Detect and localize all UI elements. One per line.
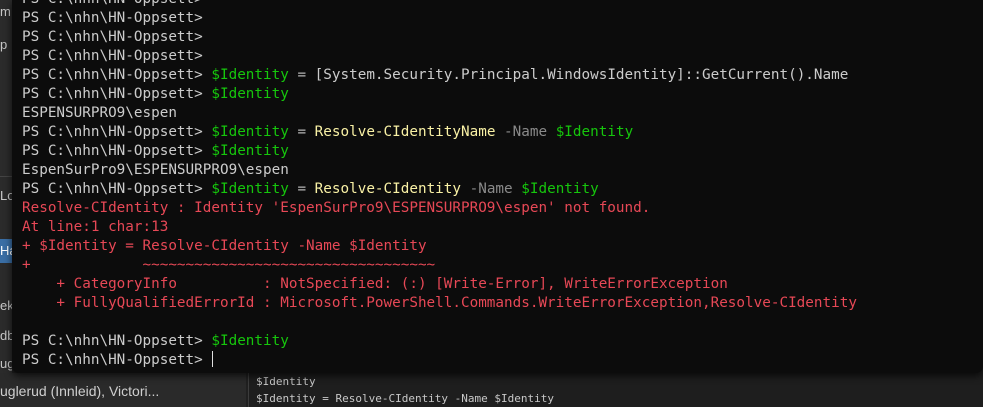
background-contact-item[interactable]: uglerud (Innleid), Victori... [0,373,246,407]
command-token-cmd: Resolve-CIdentityName [314,124,496,140]
terminal-prompt-line: PS C:\nhn\HN-Oppsett> $Identity [22,85,983,104]
command-token-param: -Name [495,124,556,140]
command-token-var: $Identity [521,181,599,197]
command-token-var: $Identity [555,124,634,140]
contact-name: uglerud (Innleid), Victori... [0,383,160,399]
prompt-text: PS C:\nhn\HN-Oppsett> [22,86,212,102]
text-cursor [212,351,214,367]
terminal-error-line: + $Identity = Resolve-CIdentity -Name $I… [22,238,427,254]
terminal-prompt-line: PS C:\nhn\HN-Oppsett> [22,351,983,370]
terminal-error-line: At line:1 char:13 [22,219,169,235]
command-token-op: = [288,67,315,83]
terminal-output-line: ESPENSURPRO9\espen [22,105,177,121]
terminal-prompt-line: PS C:\nhn\HN-Oppsett> $Identity = Resolv… [22,123,983,142]
command-token-cmd: Resolve-CIdentity [314,181,461,197]
prompt-text: PS C:\nhn\HN-Oppsett> [22,0,211,7]
terminal-prompt-line: PS C:\nhn\HN-Oppsett> [22,9,983,28]
terminal-error-line: + CategoryInfo : NotSpecified: (:) [Writ… [22,276,728,292]
terminal-output: PS C:\nhn\HN-Oppsett> PS C:\nhn\HN-Oppse… [22,0,983,370]
history-line: $Identity = Resolve-CIdentity -Name $Ide… [256,392,555,405]
terminal-error-line: + FullyQualifiedErrorId : Microsoft.Powe… [22,295,857,311]
command-token-var: $Identity [211,86,289,102]
terminal-prompt-line: PS C:\nhn\HN-Oppsett> $Identity [22,142,983,161]
command-token-op: = [288,124,315,140]
bg-fragment: db [0,328,12,343]
command-token-op: = [288,181,315,197]
bg-fragment: ek [0,298,12,313]
command-token-var: $Identity [211,124,289,140]
prompt-text: PS C:\nhn\HN-Oppsett> [22,143,212,159]
prompt-text: PS C:\nhn\HN-Oppsett> [22,48,212,64]
bg-selected-item[interactable]: Ha [0,239,12,263]
terminal-prompt-line: PS C:\nhn\HN-Oppsett> $Identity = [Syste… [22,66,983,85]
prompt-text: PS C:\nhn\HN-Oppsett> [22,124,212,140]
background-app-left-panel: m p Lo Ha ek db ug [0,0,12,407]
terminal-output-line: EspenSurPro9\ESPENSURPRO9\espen [22,162,289,178]
bg-fragment: m [0,4,11,19]
command-token-param: -Name [461,181,522,197]
background-history-pane: $Identity $Identity = Resolve-CIdentity … [248,373,983,407]
terminal-prompt-line: PS C:\nhn\HN-Oppsett> $Identity [22,332,983,351]
bg-fragment: Lo [0,188,12,203]
bg-fragment: ug [0,356,12,371]
command-token-var: $Identity [211,181,289,197]
terminal-prompt-line: PS C:\nhn\HN-Oppsett> [22,47,983,66]
prompt-text: PS C:\nhn\HN-Oppsett> [22,352,212,368]
command-token-var: $Identity [211,333,289,349]
history-line: $Identity [256,375,316,388]
bg-divider [0,176,12,177]
bg-fragment: p [0,37,8,52]
terminal-prompt-line: PS C:\nhn\HN-Oppsett> [22,0,983,9]
terminal-error-line: + ~~~~~~~~~~~~~~~~~~~~~~~~~~~~~~~~~~ [22,257,436,273]
terminal-prompt-line: PS C:\nhn\HN-Oppsett> [22,28,983,47]
powershell-terminal-window[interactable]: PS C:\nhn\HN-Oppsett> PS C:\nhn\HN-Oppse… [12,0,983,373]
terminal-error-line: Resolve-CIdentity : Identity 'EspenSurPr… [22,200,651,216]
command-token-var: $Identity [211,143,289,159]
prompt-text: PS C:\nhn\HN-Oppsett> [22,181,212,197]
command-token-var: $Identity [211,67,289,83]
prompt-text: PS C:\nhn\HN-Oppsett> [22,67,212,83]
command-token-type: [System.Security.Principal.WindowsIdenti… [314,67,849,83]
prompt-text: PS C:\nhn\HN-Oppsett> [22,10,212,26]
terminal-prompt-line: PS C:\nhn\HN-Oppsett> $Identity = Resolv… [22,180,983,199]
prompt-text: PS C:\nhn\HN-Oppsett> [22,333,212,349]
prompt-text: PS C:\nhn\HN-Oppsett> [22,29,212,45]
